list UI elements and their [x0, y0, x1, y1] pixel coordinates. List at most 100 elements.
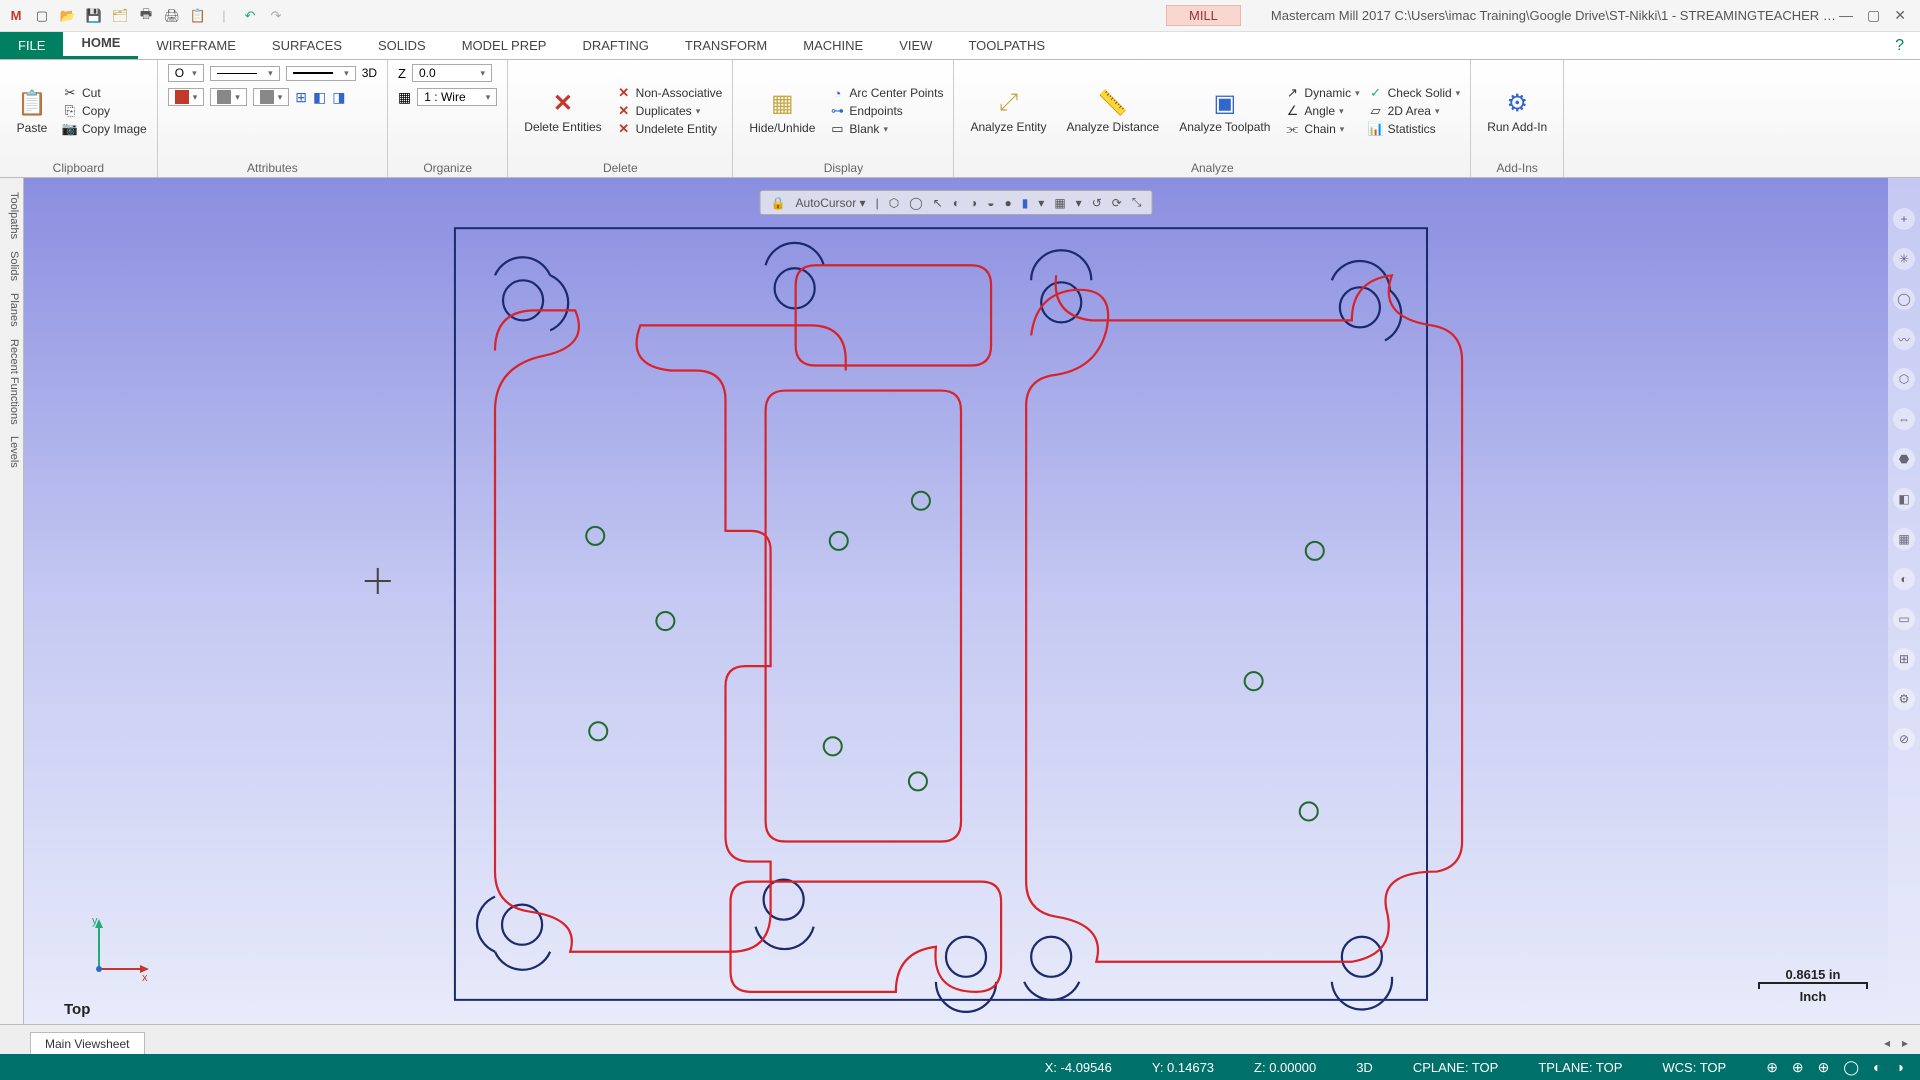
drawing-canvas[interactable]: 🔒 AutoCursor ▾ | ⬡ ◯ ↖ ◐ ◑ ◒ ● ▮ ▾ ▦ ▾ ↺…	[24, 178, 1888, 1024]
rr-i1[interactable]: +	[1893, 208, 1915, 230]
copyimage-button[interactable]: 📷Copy Image	[62, 121, 147, 137]
color3-combo[interactable]	[253, 88, 290, 106]
minimize-icon[interactable]: —	[1839, 7, 1853, 24]
group-addins: ⚙Run Add-In Add-Ins	[1471, 60, 1564, 177]
paste-button[interactable]: 📋 Paste	[10, 85, 54, 137]
rr-i4[interactable]: 〰	[1893, 328, 1915, 350]
group-analyze: ⤢Analyze Entity 📏Analyze Distance ▣Analy…	[954, 60, 1471, 177]
linestyle-combo[interactable]	[210, 66, 280, 81]
print-icon[interactable]: 🖶	[136, 6, 156, 26]
sidetab-recent[interactable]: Recent Functions	[0, 333, 23, 431]
area-button[interactable]: ▱2D Area ▾	[1368, 103, 1461, 119]
non-assoc-button[interactable]: ✕Non-Associative	[616, 85, 723, 101]
pointstyle-combo[interactable]: O	[168, 64, 204, 82]
attr-icon1[interactable]: ⊞	[295, 89, 307, 106]
tab-solids[interactable]: SOLIDS	[360, 32, 444, 59]
color-combo[interactable]	[168, 88, 205, 106]
rr-i9[interactable]: ▦	[1893, 528, 1915, 550]
angle-button[interactable]: ∠Angle ▾	[1284, 103, 1359, 119]
rr-i8[interactable]: ◧	[1893, 488, 1915, 510]
tab-modelprep[interactable]: MODEL PREP	[444, 32, 565, 59]
sidetab-planes[interactable]: Planes	[0, 287, 23, 333]
analyze-toolpath-button[interactable]: ▣Analyze Toolpath	[1173, 85, 1276, 136]
axis-gnomon: x y	[84, 914, 154, 984]
endpoints-button[interactable]: ⊶Endpoints	[829, 103, 943, 119]
rr-i7[interactable]: ⬣	[1893, 448, 1915, 470]
endpoints-label: Endpoints	[849, 104, 902, 118]
status-tplane[interactable]: TPLANE: TOP	[1538, 1060, 1622, 1075]
attr-icon2[interactable]: ◧	[313, 89, 326, 106]
print2-icon[interactable]: 🖨	[162, 6, 182, 26]
sidetab-toolpaths[interactable]: Toolpaths	[0, 186, 23, 245]
tab-home[interactable]: HOME	[63, 29, 138, 59]
rr-i12[interactable]: ⊞	[1893, 648, 1915, 670]
si-3[interactable]: ⊕	[1818, 1059, 1830, 1076]
hide-unhide-button[interactable]: ▦ Hide/Unhide	[743, 85, 821, 137]
app-icon[interactable]: M	[6, 6, 26, 26]
si-6[interactable]: ◑	[1896, 1059, 1904, 1076]
z-input[interactable]: 0.0	[412, 64, 492, 82]
tab-file[interactable]: FILE	[0, 32, 63, 59]
si-2[interactable]: ⊕	[1792, 1059, 1804, 1076]
viewsheet-main[interactable]: Main Viewsheet	[30, 1032, 145, 1054]
tab-machine[interactable]: MACHINE	[785, 32, 881, 59]
rr-i3[interactable]: ◯	[1893, 288, 1915, 310]
level-icon[interactable]: ▦	[398, 89, 411, 106]
maximize-icon[interactable]: ▢	[1867, 7, 1880, 24]
clipboard-icon[interactable]: 📋	[188, 6, 208, 26]
si-5[interactable]: ◐	[1873, 1059, 1881, 1076]
delete-entities-button[interactable]: ✕ Delete Entities	[518, 85, 607, 136]
arc-center-button[interactable]: ◔Arc Center Points	[829, 85, 943, 101]
blank-button[interactable]: ▭Blank ▾	[829, 121, 943, 137]
cut-button[interactable]: ✂Cut	[62, 85, 147, 101]
nav-next-icon[interactable]: ▸	[1902, 1036, 1908, 1050]
undelete-button[interactable]: ✕Undelete Entity	[616, 121, 723, 137]
lineweight-combo[interactable]	[286, 66, 356, 81]
level-combo[interactable]: 1 : Wire	[417, 88, 497, 106]
group-attributes: O 3D ⊞ ◧ ◨ Attributes	[158, 60, 388, 177]
rr-i2[interactable]: ✳	[1893, 248, 1915, 270]
tab-view[interactable]: VIEW	[881, 32, 950, 59]
copy-button[interactable]: ⎘Copy	[62, 103, 147, 119]
statistics-button[interactable]: 📊Statistics	[1368, 121, 1461, 137]
color2-combo[interactable]	[210, 88, 247, 106]
nav-prev-icon[interactable]: ◂	[1884, 1036, 1890, 1050]
undo-icon[interactable]: ↶	[240, 6, 260, 26]
sidetab-levels[interactable]: Levels	[0, 430, 23, 474]
group-label-delete: Delete	[518, 158, 722, 175]
group-label-addins: Add-Ins	[1481, 158, 1553, 175]
status-cplane[interactable]: CPLANE: TOP	[1413, 1060, 1499, 1075]
si-1[interactable]: ⊕	[1766, 1059, 1778, 1076]
context-tab-mill[interactable]: MILL	[1166, 5, 1241, 26]
attr-icon3[interactable]: ◨	[332, 89, 345, 106]
tab-wireframe[interactable]: WIREFRAME	[138, 32, 253, 59]
rr-i5[interactable]: ⬡	[1893, 368, 1915, 390]
open-icon[interactable]: 📂	[58, 6, 78, 26]
rr-i10[interactable]: ◐	[1893, 568, 1915, 590]
analyze-distance-button[interactable]: 📏Analyze Distance	[1061, 85, 1166, 136]
duplicates-button[interactable]: ✕Duplicates ▾	[616, 103, 723, 119]
saveas-icon[interactable]: 🗂	[110, 6, 130, 26]
status-mode[interactable]: 3D	[1356, 1060, 1373, 1075]
tab-transform[interactable]: TRANSFORM	[667, 32, 785, 59]
tab-toolpaths[interactable]: TOOLPATHS	[950, 32, 1063, 59]
chain-button[interactable]: ⫘Chain ▾	[1284, 121, 1359, 137]
check-solid-button[interactable]: ✓Check Solid ▾	[1368, 85, 1461, 101]
run-addin-button[interactable]: ⚙Run Add-In	[1481, 85, 1553, 136]
si-4[interactable]: ◯	[1843, 1059, 1859, 1076]
analyze-entity-button[interactable]: ⤢Analyze Entity	[964, 85, 1052, 136]
redo-icon[interactable]: ↷	[266, 6, 286, 26]
rr-i13[interactable]: ⚙	[1893, 688, 1915, 710]
rr-i11[interactable]: ▭	[1893, 608, 1915, 630]
new-icon[interactable]: ▢	[32, 6, 52, 26]
rr-i6[interactable]: ⇔	[1893, 408, 1915, 430]
save-icon[interactable]: 💾	[84, 6, 104, 26]
dynamic-button[interactable]: ↗Dynamic ▾	[1284, 85, 1359, 101]
sidetab-solids[interactable]: Solids	[0, 245, 23, 287]
rr-i14[interactable]: ⊘	[1893, 728, 1915, 750]
help-icon[interactable]: ?	[1879, 33, 1920, 59]
tab-drafting[interactable]: DRAFTING	[564, 32, 666, 59]
status-wcs[interactable]: WCS: TOP	[1662, 1060, 1726, 1075]
close-icon[interactable]: ✕	[1894, 7, 1906, 24]
tab-surfaces[interactable]: SURFACES	[254, 32, 360, 59]
